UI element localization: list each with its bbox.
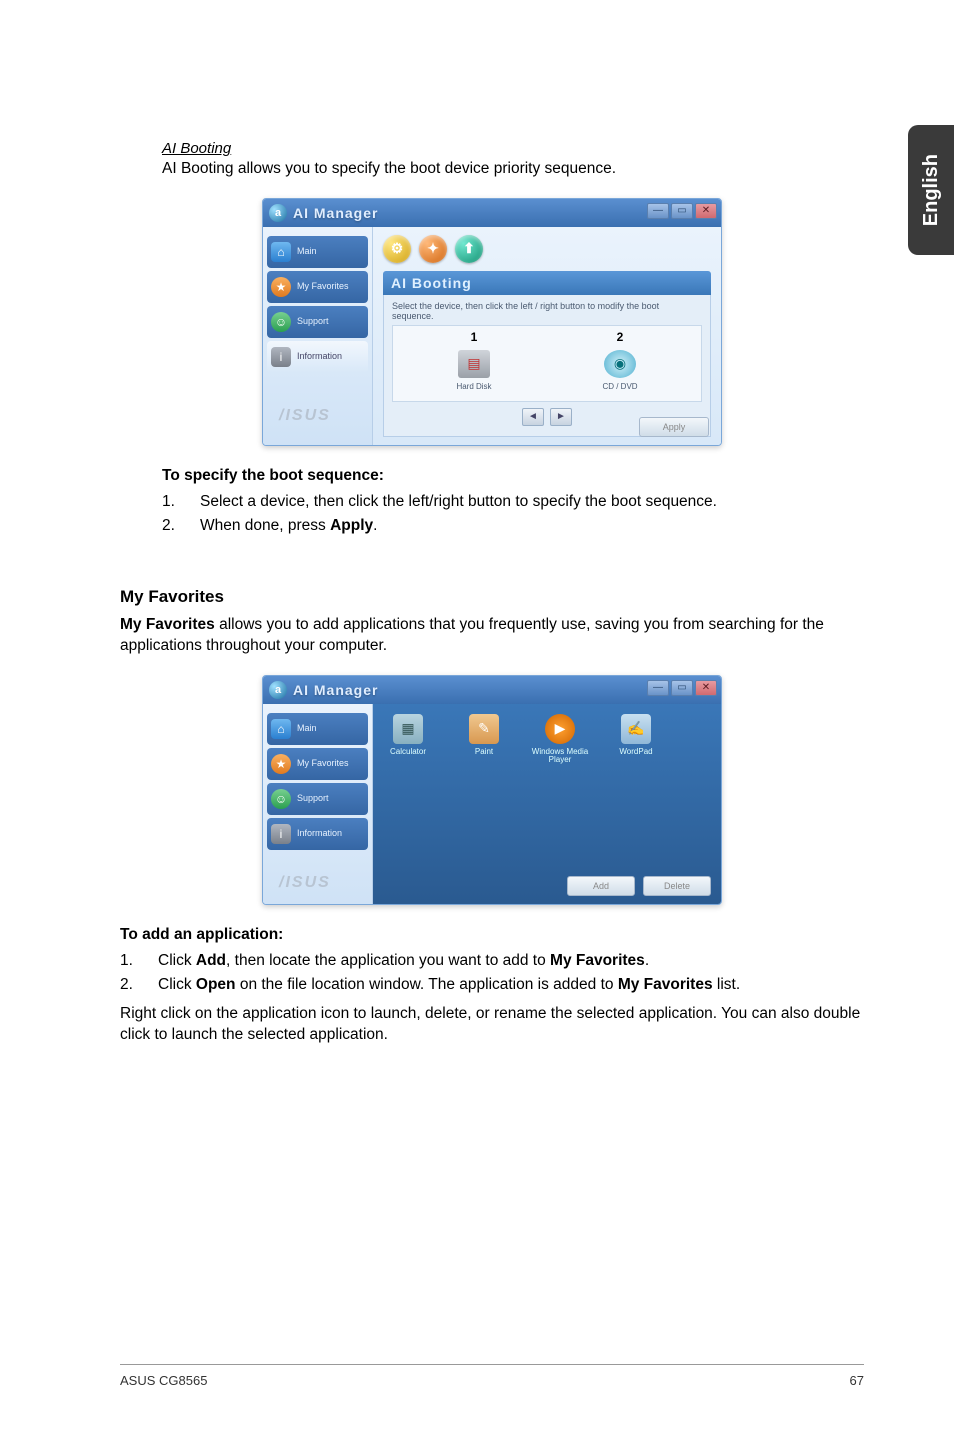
boot-device-2[interactable]: 2 ◉ CD / DVD [580, 330, 660, 391]
add-app-heading: To add an application: [120, 925, 864, 946]
step-text: Select a device, then click the left/rig… [200, 493, 717, 511]
sidebar-label: Support [297, 794, 329, 803]
media-player-icon: ▶ [545, 714, 575, 744]
favorites-panel: ▦ Calculator ✎ Paint ▶ Windows Media Pla… [373, 704, 721, 904]
step-item: 2. Click Open on the file location windo… [120, 976, 864, 994]
orb-icon-1[interactable]: ⚙ [383, 235, 411, 263]
sidebar-item-main[interactable]: ⌂ Main [267, 713, 368, 745]
close-button[interactable]: ✕ [695, 680, 717, 696]
ai-manager-window-favorites: a AI Manager — ▭ ✕ ⌂ Main ★ My Favorites… [262, 675, 722, 905]
favorite-app-calculator[interactable]: ▦ Calculator [379, 714, 437, 766]
sidebar-label: My Favorites [297, 759, 349, 768]
sidebar-label: Main [297, 247, 317, 256]
favorite-app-paint[interactable]: ✎ Paint [455, 714, 513, 766]
main-panel: ⚙ ✦ ⬆ AI Booting Select the device, then… [373, 227, 721, 445]
sidebar-item-support[interactable]: ☺ Support [267, 783, 368, 815]
step-item: 2. When done, press Apply. [162, 517, 864, 535]
favorites-outro: Right click on the application icon to l… [120, 1004, 864, 1046]
home-icon: ⌂ [271, 242, 291, 262]
favorite-label: Paint [455, 748, 513, 757]
ai-booting-intro: AI Booting allows you to specify the boo… [162, 159, 864, 180]
step-number: 1. [120, 952, 158, 970]
favorite-label: Calculator [379, 748, 437, 757]
step-text: When done, press Apply. [200, 517, 377, 535]
sidebar-label: Support [297, 317, 329, 326]
app-logo-icon: a [269, 204, 287, 222]
minimize-button[interactable]: — [647, 203, 669, 219]
delete-button[interactable]: Delete [643, 876, 711, 896]
favorite-label: WordPad [607, 748, 665, 757]
brand-footer: /ISUS [267, 870, 368, 898]
my-favorites-heading: My Favorites [120, 587, 864, 607]
boot-device-label: CD / DVD [580, 382, 660, 391]
panel-title: AI Booting [383, 271, 711, 295]
footer-page-number: 67 [850, 1373, 864, 1388]
app-logo-icon: a [269, 681, 287, 699]
step-number: 2. [162, 517, 200, 535]
orb-icon-3[interactable]: ⬆ [455, 235, 483, 263]
footer-left: ASUS CG8565 [120, 1373, 207, 1388]
step-number: 1. [162, 493, 200, 511]
boot-order-num: 2 [580, 330, 660, 344]
specify-heading: To specify the boot sequence: [162, 466, 864, 487]
sidebar-label: Information [297, 829, 342, 838]
step-item: 1. Click Add, then locate the applicatio… [120, 952, 864, 970]
language-tab: English [908, 125, 954, 255]
step-number: 2. [120, 976, 158, 994]
titlebar: a AI Manager — ▭ ✕ [263, 676, 721, 704]
sidebar-item-favorites[interactable]: ★ My Favorites [267, 271, 368, 303]
wordpad-icon: ✍ [621, 714, 651, 744]
paint-icon: ✎ [469, 714, 499, 744]
sidebar-label: Information [297, 352, 342, 361]
orb-icon-2[interactable]: ✦ [419, 235, 447, 263]
home-icon: ⌂ [271, 719, 291, 739]
ai-manager-window-booting: a AI Manager — ▭ ✕ ⌂ Main ★ My Favorites… [262, 198, 722, 446]
sidebar-label: Main [297, 724, 317, 733]
calculator-icon: ▦ [393, 714, 423, 744]
move-right-button[interactable]: ► [550, 408, 572, 426]
titlebar: a AI Manager — ▭ ✕ [263, 199, 721, 227]
sidebar-item-favorites[interactable]: ★ My Favorites [267, 748, 368, 780]
maximize-button[interactable]: ▭ [671, 203, 693, 219]
boot-sequence-box: 1 ▤ Hard Disk 2 ◉ CD / DVD [392, 325, 702, 402]
close-button[interactable]: ✕ [695, 203, 717, 219]
sidebar-item-main[interactable]: ⌂ Main [267, 236, 368, 268]
brand-footer: /ISUS [267, 403, 368, 431]
minimize-button[interactable]: — [647, 680, 669, 696]
move-left-button[interactable]: ◄ [522, 408, 544, 426]
boot-order-num: 1 [434, 330, 514, 344]
info-icon: i [271, 347, 291, 367]
window-title: AI Manager [293, 205, 378, 221]
window-title: AI Manager [293, 682, 378, 698]
sidebar: ⌂ Main ★ My Favorites ☺ Support i Inform… [263, 227, 373, 445]
favorites-icon: ★ [271, 754, 291, 774]
favorites-icon: ★ [271, 277, 291, 297]
info-icon: i [271, 824, 291, 844]
sidebar-label: My Favorites [297, 282, 349, 291]
step-text: Click Add, then locate the application y… [158, 952, 649, 970]
panel-hint: Select the device, then click the left /… [392, 301, 702, 321]
maximize-button[interactable]: ▭ [671, 680, 693, 696]
boot-device-label: Hard Disk [434, 382, 514, 391]
sidebar-item-support[interactable]: ☺ Support [267, 306, 368, 338]
page-footer: ASUS CG8565 67 [120, 1364, 864, 1388]
my-favorites-intro: My Favorites allows you to add applicati… [120, 615, 864, 657]
language-tab-label: English [920, 154, 943, 226]
apply-button[interactable]: Apply [639, 417, 709, 437]
boot-device-1[interactable]: 1 ▤ Hard Disk [434, 330, 514, 391]
favorite-app-wordpad[interactable]: ✍ WordPad [607, 714, 665, 766]
step-item: 1. Select a device, then click the left/… [162, 493, 864, 511]
favorite-label: Windows Media Player [531, 748, 589, 766]
sidebar: ⌂ Main ★ My Favorites ☺ Support i Inform… [263, 704, 373, 904]
sidebar-item-information[interactable]: i Information [267, 818, 368, 850]
favorite-app-wmp[interactable]: ▶ Windows Media Player [531, 714, 589, 766]
support-icon: ☺ [271, 789, 291, 809]
sidebar-item-information[interactable]: i Information [267, 341, 368, 373]
cd-dvd-icon: ◉ [604, 350, 636, 378]
step-text: Click Open on the file location window. … [158, 976, 740, 994]
hard-disk-icon: ▤ [458, 350, 490, 378]
add-button[interactable]: Add [567, 876, 635, 896]
support-icon: ☺ [271, 312, 291, 332]
ai-booting-heading: AI Booting [162, 140, 864, 157]
